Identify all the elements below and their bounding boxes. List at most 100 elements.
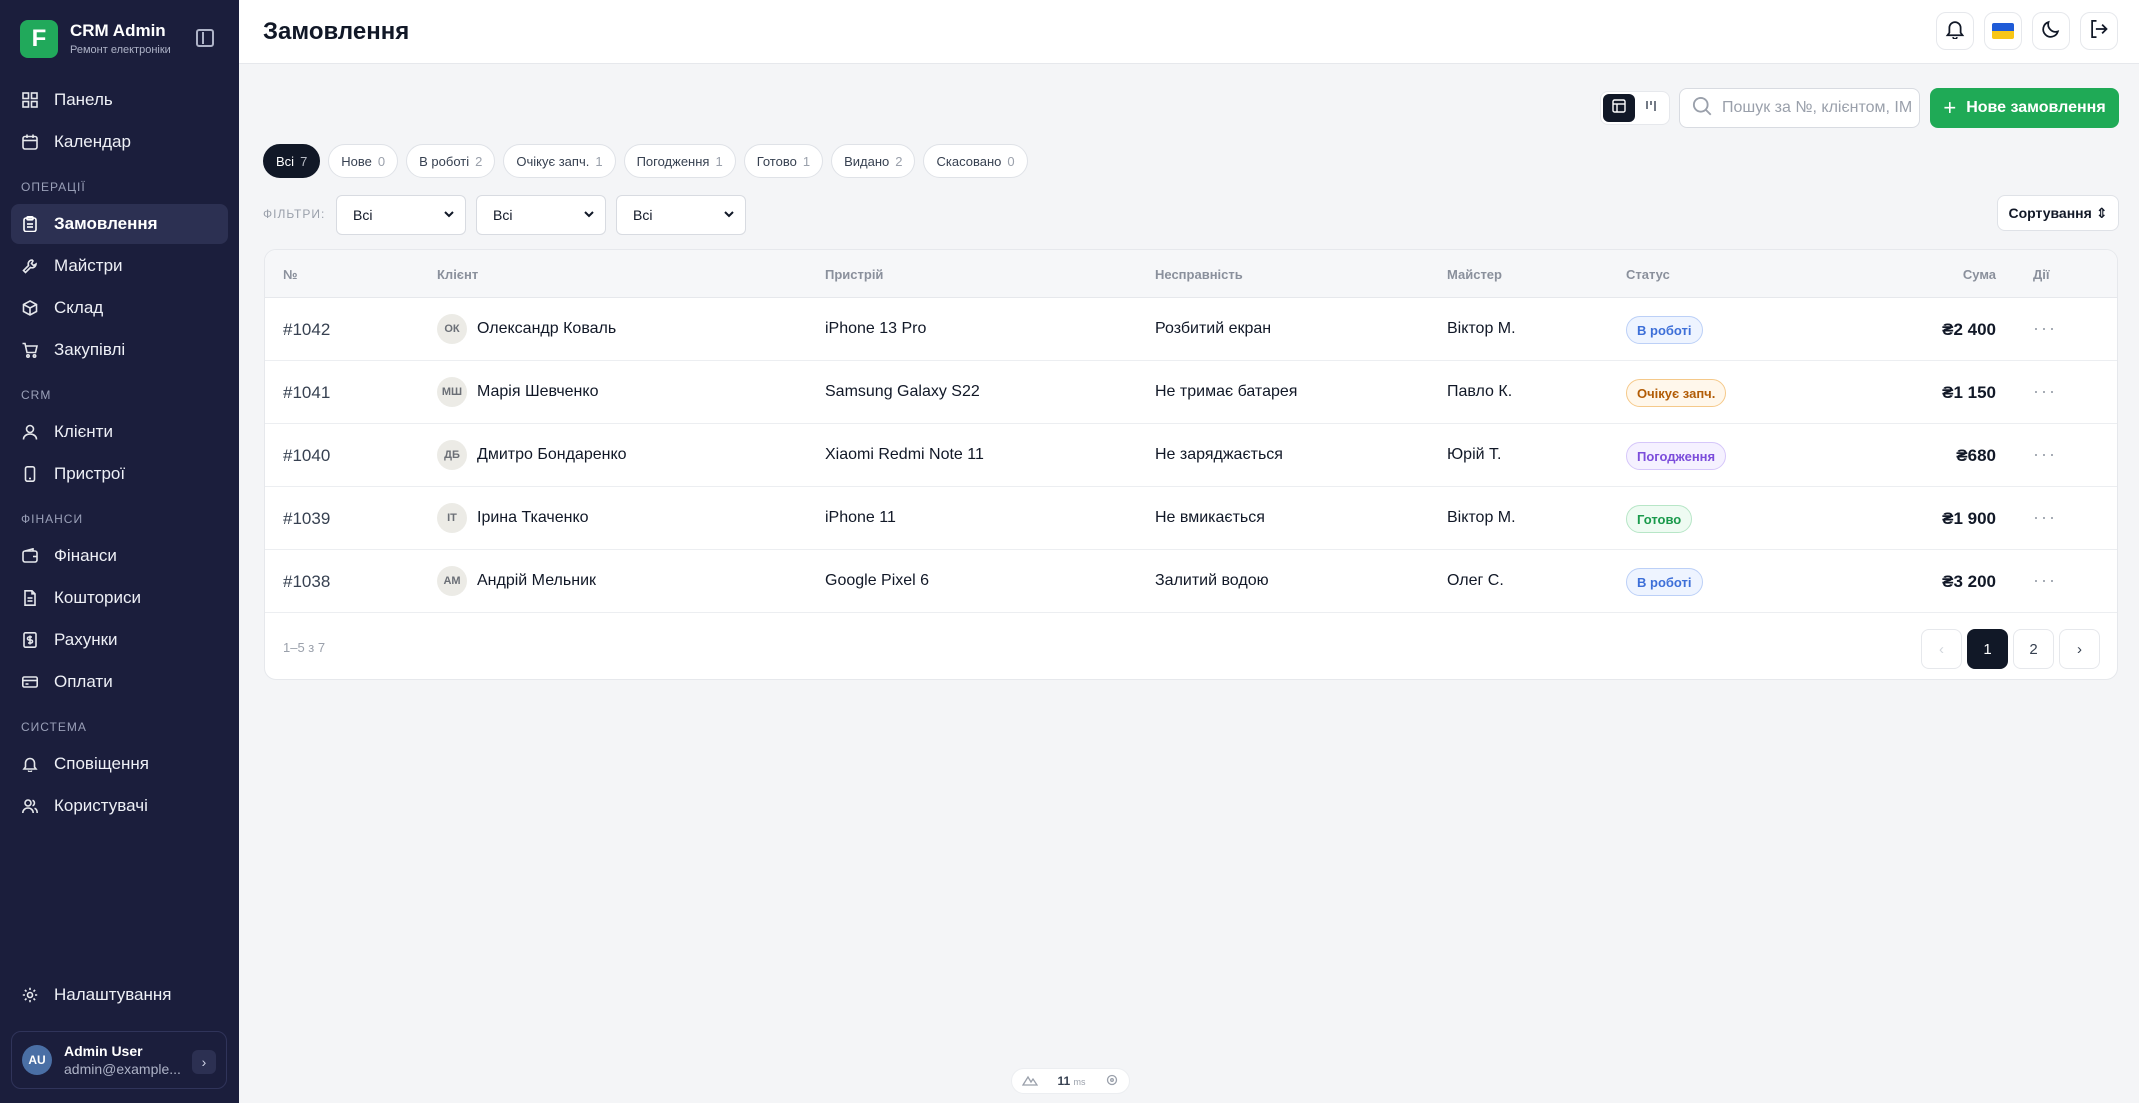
section-label-finance: Фінанси bbox=[21, 512, 84, 526]
client-name: Марія Шевченко bbox=[477, 383, 599, 400]
status-chip-awaiting-parts[interactable]: Очікує запч. 1 bbox=[503, 144, 616, 178]
chevron-right-icon[interactable]: › bbox=[192, 1050, 216, 1074]
filter-select-3[interactable]: Всі bbox=[616, 195, 746, 235]
chevron-down-icon bbox=[583, 207, 595, 223]
order-sum: ₴2 400 bbox=[1942, 320, 1996, 339]
col-status: Статус bbox=[1626, 267, 1670, 282]
select-value: Всі bbox=[353, 207, 373, 223]
status-badge: В роботі bbox=[1626, 568, 1703, 596]
more-icon[interactable]: ··· bbox=[2033, 381, 2057, 402]
chip-label: Нове bbox=[341, 153, 372, 169]
status-chip-all[interactable]: Всі 7 bbox=[263, 144, 321, 178]
new-order-button[interactable]: + Нове замовлення bbox=[1930, 88, 2119, 128]
sidebar-item-clients[interactable]: Клієнти bbox=[11, 412, 228, 452]
issue: Не заряджається bbox=[1155, 446, 1283, 463]
order-sum: ₴1 900 bbox=[1942, 509, 1996, 528]
sidebar-item-calendar[interactable]: Календар bbox=[11, 122, 228, 162]
status-chip-new[interactable]: Нове 0 bbox=[328, 144, 399, 178]
brand[interactable]: F CRM Admin Ремонт електроніки bbox=[20, 20, 171, 58]
more-icon[interactable]: ··· bbox=[2033, 570, 2057, 591]
section-label-operations: Операції bbox=[21, 180, 86, 194]
order-number[interactable]: #1041 bbox=[283, 383, 330, 403]
sidebar-item-users[interactable]: Користувачі bbox=[11, 786, 228, 826]
order-number[interactable]: #1038 bbox=[283, 572, 330, 592]
master: Павло К. bbox=[1447, 383, 1513, 400]
sidebar-item-label: Фінанси bbox=[54, 546, 117, 565]
client-cell: ІТ Ірина Ткаченко bbox=[437, 503, 589, 533]
issue: Не вмикається bbox=[1155, 509, 1265, 526]
order-number[interactable]: #1042 bbox=[283, 320, 330, 340]
sidebar-item-purchases[interactable]: Закупівлі bbox=[11, 330, 228, 370]
sidebar-item-label: Клієнти bbox=[54, 422, 113, 441]
status-badge: Очікує запч. bbox=[1626, 379, 1727, 407]
table-row[interactable]: #1041 МШ Марія Шевченко Samsung Galaxy S2… bbox=[265, 361, 2117, 424]
status-chip-approval[interactable]: Погодження 1 bbox=[623, 144, 736, 178]
dev-indicator[interactable]: 11 ms bbox=[1011, 1068, 1130, 1094]
more-icon[interactable]: ··· bbox=[2033, 318, 2057, 339]
top-header: Замовлення bbox=[239, 0, 2139, 64]
status-badge: В роботі bbox=[1626, 316, 1703, 344]
sidebar-toggle-icon[interactable] bbox=[196, 29, 214, 47]
search-field[interactable] bbox=[1679, 88, 1920, 128]
order-number[interactable]: #1040 bbox=[283, 446, 330, 466]
sidebar-item-invoices[interactable]: Рахунки bbox=[11, 620, 228, 660]
table-view-button[interactable] bbox=[1603, 94, 1635, 122]
sort-button[interactable]: Сортування ⇕ bbox=[1997, 195, 2119, 231]
chip-label: Скасовано bbox=[936, 153, 1002, 169]
sidebar-item-settings[interactable]: Налаштування bbox=[11, 975, 228, 1015]
filter-select-1[interactable]: Всі bbox=[336, 195, 466, 235]
client-name: Олександр Коваль bbox=[477, 320, 617, 337]
page-button-2[interactable]: 2 bbox=[2013, 629, 2054, 669]
table-row[interactable]: #1039 ІТ Ірина Ткаченко iPhone 11 Не вмик… bbox=[265, 487, 2117, 550]
master: Юрій Т. bbox=[1447, 446, 1502, 463]
sidebar-item-notifications[interactable]: Сповіщення bbox=[11, 744, 228, 784]
page-button-1[interactable]: 1 bbox=[1967, 629, 2008, 669]
filter-select-2[interactable]: Всі bbox=[476, 195, 606, 235]
sidebar-item-warehouse[interactable]: Склад bbox=[11, 288, 228, 328]
notifications-button[interactable] bbox=[1936, 12, 1974, 50]
client-name: Ірина Ткаченко bbox=[477, 509, 589, 526]
status-chip-issued[interactable]: Видано 2 bbox=[831, 144, 916, 178]
chip-count: 0 bbox=[1007, 153, 1015, 169]
theme-toggle-button[interactable] bbox=[2032, 12, 2070, 50]
avatar: ІТ bbox=[437, 503, 467, 533]
sidebar-item-label: Календар bbox=[54, 132, 131, 151]
client-name: Дмитро Бондаренко bbox=[477, 446, 627, 463]
status-chip-cancelled[interactable]: Скасовано 0 bbox=[923, 144, 1028, 178]
more-icon[interactable]: ··· bbox=[2033, 444, 2057, 465]
status-chips: Всі 7 Нове 0 В роботі 2 Очікує запч. 1 Погод… bbox=[263, 144, 1036, 178]
cart-icon bbox=[21, 341, 39, 359]
next-page-button[interactable]: › bbox=[2059, 629, 2100, 669]
order-number[interactable]: #1039 bbox=[283, 509, 330, 529]
device: Samsung Galaxy S22 bbox=[825, 383, 980, 400]
user-card[interactable]: AU Admin User admin@example... › bbox=[11, 1031, 227, 1089]
more-icon[interactable]: ··· bbox=[2033, 507, 2057, 528]
sidebar-item-dashboard[interactable]: Панель bbox=[11, 80, 228, 120]
col-client: Клієнт bbox=[437, 267, 479, 282]
status-chip-in-progress[interactable]: В роботі 2 bbox=[406, 144, 496, 178]
table-row[interactable]: #1040 ДБ Дмитро Бондаренко Xiaomi Redmi N… bbox=[265, 424, 2117, 487]
chip-count: 1 bbox=[595, 153, 603, 169]
master: Віктор М. bbox=[1447, 509, 1516, 526]
sidebar-item-estimates[interactable]: Кошториси bbox=[11, 578, 228, 618]
client-name: Андрій Мельник bbox=[477, 572, 596, 589]
logout-button[interactable] bbox=[2080, 12, 2118, 50]
sidebar-item-finance[interactable]: Фінанси bbox=[11, 536, 228, 576]
table-row[interactable]: #1038 АМ Андрій Мельник Google Pixel 6 За… bbox=[265, 550, 2117, 613]
kanban-view-button[interactable] bbox=[1635, 94, 1667, 122]
avatar: МШ bbox=[437, 377, 467, 407]
client-cell: ДБ Дмитро Бондаренко bbox=[437, 440, 627, 470]
search-input[interactable] bbox=[1722, 99, 1912, 117]
sidebar-item-orders[interactable]: Замовлення bbox=[11, 204, 228, 244]
section-label-crm: CRM bbox=[21, 388, 52, 402]
sidebar-item-payments[interactable]: Оплати bbox=[11, 662, 228, 702]
prev-page-button[interactable]: ‹ bbox=[1921, 629, 1962, 669]
language-button[interactable] bbox=[1984, 12, 2022, 50]
status-chip-ready[interactable]: Готово 1 bbox=[743, 144, 824, 178]
table-row[interactable]: #1042 ОК Олександр Коваль iPhone 13 Pro Р… bbox=[265, 298, 2117, 361]
table-footer: 1–5 з 7 ‹ 1 2 › bbox=[265, 614, 2117, 679]
sidebar-item-devices[interactable]: Пристрої bbox=[11, 454, 228, 494]
users-icon bbox=[21, 797, 39, 815]
avatar: ДБ bbox=[437, 440, 467, 470]
sidebar-item-masters[interactable]: Майстри bbox=[11, 246, 228, 286]
